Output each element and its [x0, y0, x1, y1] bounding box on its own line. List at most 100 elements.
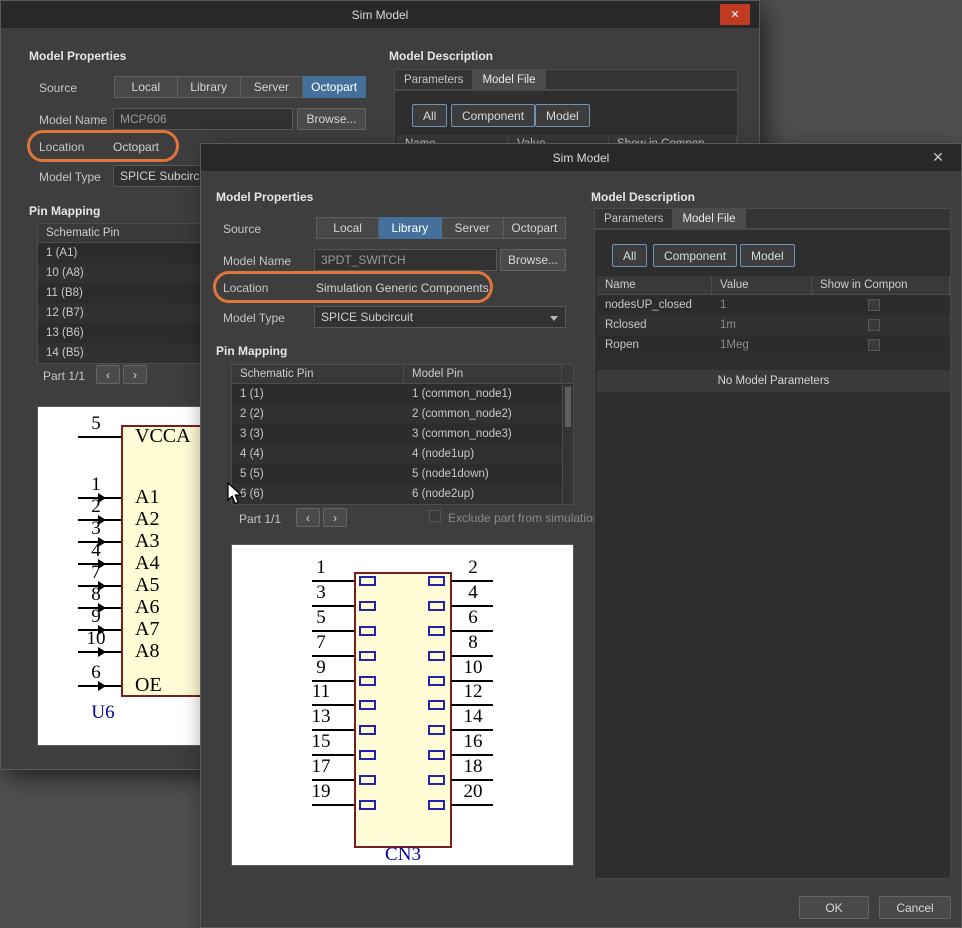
column-value[interactable]: Value: [712, 276, 812, 294]
pin-label: OE: [135, 675, 162, 695]
pin-number: 13: [296, 707, 346, 726]
pin-number: 7: [296, 633, 346, 652]
tab-model-file[interactable]: Model File: [673, 209, 745, 228]
pin-number: 2: [448, 558, 498, 577]
location-label: Location: [39, 140, 84, 154]
table-row[interactable]: 2 (2) 2 (common_node2): [232, 404, 573, 424]
pin-number: 4: [448, 583, 498, 602]
source-library-button[interactable]: Library: [178, 76, 241, 98]
scrollbar-thumb[interactable]: [565, 387, 571, 427]
mouse-cursor-icon: [226, 482, 244, 506]
source-server-button[interactable]: Server: [442, 217, 504, 239]
model-type-label: Model Type: [223, 311, 285, 325]
filter-all-button[interactable]: All: [612, 244, 647, 267]
pin-pad: [359, 626, 376, 636]
pin-pad: [428, 700, 445, 710]
source-octopart-button[interactable]: Octopart: [303, 76, 366, 98]
table-row[interactable]: 3 (3) 3 (common_node3): [232, 424, 573, 444]
tab-parameters[interactable]: Parameters: [395, 70, 473, 89]
location-value: Octopart: [113, 140, 159, 154]
source-octopart-button[interactable]: Octopart: [504, 217, 566, 239]
pin-number: 8: [448, 633, 498, 652]
model-name-input[interactable]: 3PDT_SWITCH: [314, 249, 497, 271]
source-local-button[interactable]: Local: [316, 217, 379, 239]
model-properties-heading: Model Properties: [29, 49, 126, 63]
titlebar[interactable]: Sim Model ✕: [1, 1, 759, 28]
close-icon[interactable]: ✕: [720, 4, 750, 25]
tab-parameters[interactable]: Parameters: [595, 209, 673, 228]
previous-part-button[interactable]: ‹: [96, 365, 120, 384]
table-header: Name Value Show in Compon: [597, 276, 950, 295]
pin-number: 10: [74, 629, 118, 648]
pin-number: 18: [448, 757, 498, 776]
close-icon[interactable]: ✕: [927, 148, 949, 167]
cancel-button[interactable]: Cancel: [879, 896, 951, 919]
pin-pad: [428, 676, 445, 686]
pin-pad: [428, 750, 445, 760]
model-name-label: Model Name: [223, 254, 291, 268]
column-model-pin[interactable]: Model Pin: [404, 365, 562, 383]
filter-component-button[interactable]: Component: [653, 244, 737, 267]
show-in-component-checkbox[interactable]: [868, 299, 880, 311]
source-library-button[interactable]: Library: [379, 217, 441, 239]
model-name-input[interactable]: MCP606: [113, 108, 293, 130]
model-description-heading: Model Description: [591, 190, 695, 204]
pin-number: 4: [74, 541, 118, 560]
pin-number: 19: [296, 782, 346, 801]
pin-number: 1: [296, 558, 346, 577]
pin-pad: [428, 576, 445, 586]
table-row[interactable]: 6 (6) 6 (node2up): [232, 484, 573, 504]
column-show-in-component[interactable]: Show in Compon: [812, 276, 950, 294]
pin-mapping-heading: Pin Mapping: [216, 344, 287, 358]
pin-pad: [359, 700, 376, 710]
pin-wire: [312, 804, 354, 806]
schematic-preview: 1 3 5 7 9 11 13 15 17 19 2 4 6 8 10 12 1…: [231, 544, 574, 866]
previous-part-button[interactable]: ‹: [296, 508, 320, 527]
column-name[interactable]: Name: [597, 276, 712, 294]
next-part-button[interactable]: ›: [123, 365, 147, 384]
column-schematic-pin[interactable]: Schematic Pin: [38, 224, 208, 242]
description-panel: All Component Model Name Value Show in C…: [594, 229, 951, 879]
filter-all-button[interactable]: All: [412, 104, 447, 127]
pin-label: A5: [135, 575, 159, 595]
next-part-button[interactable]: ›: [323, 508, 347, 527]
exclude-part-checkbox[interactable]: [429, 510, 441, 522]
show-in-component-checkbox[interactable]: [868, 339, 880, 351]
pin-number: 7: [74, 563, 118, 582]
column-schematic-pin[interactable]: Schematic Pin: [232, 365, 404, 383]
pin-number: 17: [296, 757, 346, 776]
tab-model-file[interactable]: Model File: [473, 70, 545, 89]
filter-model-button[interactable]: Model: [535, 104, 590, 127]
vertical-scrollbar[interactable]: [562, 385, 573, 504]
show-in-component-checkbox[interactable]: [868, 319, 880, 331]
pin-pad: [428, 800, 445, 810]
pin-number: 6: [448, 608, 498, 627]
filter-component-button[interactable]: Component: [451, 104, 535, 127]
pin-pad: [359, 725, 376, 735]
table-row[interactable]: 4 (4) 4 (node1up): [232, 444, 573, 464]
description-tab-bar: Parameters Model File: [394, 69, 738, 90]
ok-button[interactable]: OK: [799, 896, 869, 919]
table-row[interactable]: 5 (5) 5 (node1down): [232, 464, 573, 484]
pin-pad: [359, 651, 376, 661]
pin-pad: [359, 676, 376, 686]
source-server-button[interactable]: Server: [241, 76, 304, 98]
source-local-button[interactable]: Local: [114, 76, 178, 98]
pin-wire: [78, 436, 121, 438]
parameter-row[interactable]: nodesUP_closed 1: [597, 295, 950, 315]
browse-button[interactable]: Browse...: [297, 108, 366, 130]
parameter-row[interactable]: Rclosed 1m: [597, 315, 950, 335]
browse-button[interactable]: Browse...: [500, 249, 566, 271]
parameter-row[interactable]: Ropen 1Meg: [597, 335, 950, 355]
pin-number: 2: [74, 497, 118, 516]
table-header: Schematic Pin Model Pin: [232, 365, 573, 384]
source-label: Source: [39, 81, 77, 95]
pin-number: 1: [74, 475, 118, 494]
model-type-dropdown[interactable]: SPICE Subcircuit: [314, 306, 566, 328]
part-indicator: Part 1/1: [239, 512, 281, 526]
table-row[interactable]: 1 (1) 1 (common_node1): [232, 384, 573, 404]
pin-number: 10: [448, 658, 498, 677]
pin-mapping-table: Schematic Pin Model Pin 1 (1) 1 (common_…: [231, 364, 574, 505]
titlebar[interactable]: Sim Model ✕: [201, 144, 961, 171]
filter-model-button[interactable]: Model: [740, 244, 795, 267]
